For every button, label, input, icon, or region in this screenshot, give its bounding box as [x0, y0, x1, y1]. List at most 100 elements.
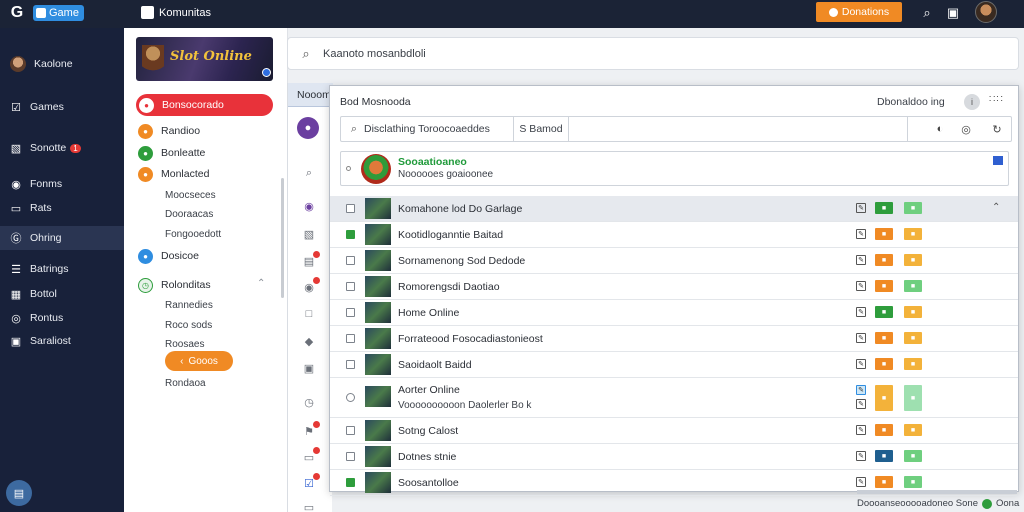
sidebar-item-highlighted[interactable]: ● Bonsocorado: [136, 94, 273, 116]
status-badge[interactable]: ■: [904, 332, 922, 344]
list-item[interactable]: Sotng Calost ✎ ■ ■: [330, 418, 1018, 444]
scrollbar[interactable]: [281, 178, 284, 298]
edit-icon[interactable]: ✎: [856, 255, 866, 265]
row-checkbox[interactable]: [346, 360, 355, 369]
list-item[interactable]: Home Online ✎ ■ ■: [330, 300, 1018, 326]
row-checkbox[interactable]: [346, 334, 355, 343]
search-bar[interactable]: ⌕ Kaanoto mosanbdloli: [287, 37, 1019, 70]
status-badge[interactable]: ■: [875, 228, 893, 240]
list-item[interactable]: Komahone lod Do Garlage ✎ ■ ■ ⌃: [330, 196, 1018, 222]
filter-input[interactable]: Disclathing Toroocoaeddes: [364, 123, 490, 135]
game-tab[interactable]: Game: [33, 5, 84, 21]
sidebar-item-randioo[interactable]: ● Randioo: [138, 121, 200, 141]
status-badge[interactable]: ■: [904, 476, 922, 488]
status-badge[interactable]: ■: [904, 202, 922, 214]
status-badge[interactable]: ■: [875, 476, 893, 488]
edit-icon[interactable]: ✎: [856, 385, 866, 395]
info-icon[interactable]: i: [964, 94, 980, 110]
chat-button[interactable]: ▤: [6, 480, 32, 506]
edit-icon[interactable]: ✎: [856, 477, 866, 487]
sidebar-subitem[interactable]: Dooraacas: [165, 209, 213, 220]
row-checkbox[interactable]: [346, 256, 355, 265]
list-item[interactable]: Forrateood Fosocadiastonieost ✎ ■ ■: [330, 326, 1018, 352]
nav-item-sonotte[interactable]: ▧ Sonotte 1: [0, 136, 124, 160]
row-checkbox[interactable]: [346, 204, 355, 213]
sidebar-subitem[interactable]: Roco sods: [165, 320, 212, 331]
notification-icon[interactable]: ▣: [945, 5, 961, 21]
edit-icon[interactable]: ✎: [856, 281, 866, 291]
chevron-up-icon[interactable]: ⌃: [992, 202, 1000, 213]
status-badge[interactable]: ■: [875, 306, 893, 318]
search-icon[interactable]: ⌕: [919, 5, 935, 21]
toggle-icon[interactable]: ◐: [932, 121, 948, 137]
list-item[interactable]: Kootidloganntie Baitad ✎ ■ ■: [330, 222, 1018, 248]
list-icon[interactable]: ▭: [301, 499, 317, 512]
status-badge[interactable]: ■: [904, 254, 922, 266]
list-item[interactable]: Dotnes stnie ✎ ■ ■: [330, 444, 1018, 470]
featured-item[interactable]: Sooaatioaneo Noooooes goaioonee: [340, 151, 1009, 186]
horizontal-scrollbar[interactable]: [857, 490, 1017, 494]
record-icon[interactable]: ◉: [301, 198, 317, 214]
nav-item-fonms[interactable]: ◉ Fonms: [0, 172, 124, 196]
breadcrumb[interactable]: Komunitas: [159, 7, 211, 19]
row-checkbox[interactable]: [346, 426, 355, 435]
donations-button[interactable]: Donations: [816, 2, 902, 22]
user-avatar[interactable]: ●: [297, 117, 319, 139]
list-item[interactable]: Aorter Online Voooooooooon Daolerler Bo k…: [330, 378, 1018, 418]
row-checkbox[interactable]: [346, 452, 355, 461]
promo-banner[interactable]: Slot Online: [136, 37, 273, 81]
status-badge[interactable]: ■: [904, 228, 922, 240]
status-badge[interactable]: ■: [875, 254, 893, 266]
puzzle-icon[interactable]: ◆: [301, 333, 317, 349]
camera-icon[interactable]: ◉: [301, 277, 320, 295]
refresh-icon[interactable]: ↻: [989, 121, 1005, 137]
sidebar-subitem[interactable]: Rondaoa: [165, 378, 206, 389]
edit-icon[interactable]: ✎: [856, 425, 866, 435]
status-badge[interactable]: ■: [875, 450, 893, 462]
edit-icon[interactable]: ✎: [856, 359, 866, 369]
chevron-up-icon[interactable]: ⌃: [257, 278, 265, 289]
image-icon[interactable]: ▧: [301, 226, 317, 242]
profile-avatar[interactable]: [975, 1, 997, 23]
clock-icon[interactable]: ◷: [301, 394, 317, 410]
status-badge[interactable]: ■: [875, 424, 893, 436]
row-checkbox[interactable]: [346, 282, 355, 291]
status-badge[interactable]: ■: [875, 332, 893, 344]
settings-icon[interactable]: ◎: [958, 121, 974, 137]
status-badge[interactable]: ■: [875, 385, 893, 411]
nav-profile[interactable]: Kaolone: [0, 52, 124, 76]
nav-item-ohring[interactable]: Ⓖ Ohring: [0, 226, 124, 250]
row-checkbox[interactable]: [346, 478, 355, 487]
row-checkbox[interactable]: [346, 230, 355, 239]
nav-item-games[interactable]: ☑ Games: [0, 95, 124, 119]
nav-item-saraliost[interactable]: ▣ Saraliost: [0, 329, 124, 353]
filter-button[interactable]: S Bamod: [513, 117, 569, 141]
search-input[interactable]: Kaanoto mosanbdloli: [323, 48, 426, 60]
edit-icon[interactable]: ✎: [856, 333, 866, 343]
status-badge[interactable]: ■: [904, 385, 922, 411]
edit-icon[interactable]: ✎: [856, 203, 866, 213]
list-item[interactable]: Romorengsdi Daotiao ✎ ■ ■: [330, 274, 1018, 300]
sidebar-subitem[interactable]: Fongooedott: [165, 229, 221, 240]
checkbox-icon[interactable]: ☑: [301, 473, 320, 491]
nav-item-rats[interactable]: ▭ Rats: [0, 196, 124, 220]
nav-item-rontus[interactable]: ◎ Rontus: [0, 306, 124, 330]
status-badge[interactable]: ■: [904, 306, 922, 318]
flag-icon[interactable]: [993, 156, 1003, 165]
sidebar-subitem[interactable]: Rannedies: [165, 300, 213, 311]
row-checkbox[interactable]: [346, 308, 355, 317]
status-badge[interactable]: ■: [904, 450, 922, 462]
sidebar-subitem[interactable]: Roosaes: [165, 339, 204, 350]
status-badge[interactable]: ■: [875, 280, 893, 292]
status-badge[interactable]: ■: [904, 358, 922, 370]
status-badge[interactable]: ■: [875, 358, 893, 370]
nav-item-batrings[interactable]: ☰ Batrings: [0, 257, 124, 281]
sidebar-item-dosicoe[interactable]: ● Dosicoe: [138, 246, 199, 266]
card-icon[interactable]: ▭: [301, 447, 320, 465]
list-item[interactable]: Sornamenong Sod Dedode ✎ ■ ■: [330, 248, 1018, 274]
status-badge[interactable]: ■: [904, 280, 922, 292]
radio-button[interactable]: [346, 393, 355, 402]
sidebar-item-bonleatte[interactable]: ● Bonleatte: [138, 143, 205, 163]
more-icon[interactable]: ∷∷: [989, 94, 1004, 105]
app-logo-icon[interactable]: G: [8, 4, 26, 22]
